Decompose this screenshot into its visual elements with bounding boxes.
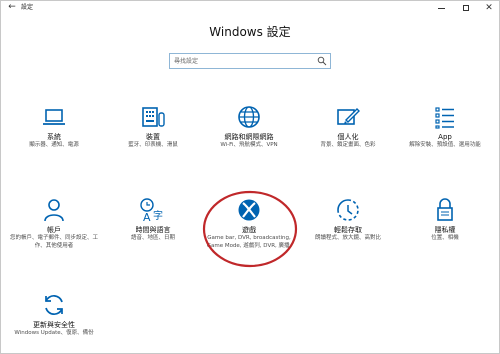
tile-network[interactable]: 網路和網際網路 Wi-Fi、飛航模式、VPN [201,104,297,150]
keyboard-device-icon [142,107,165,127]
tile-ease-of-access-name: 輕鬆存取 [334,226,362,234]
tile-devices-desc: 藍牙、印表機、滑鼠 [128,142,178,148]
tile-personalization-desc: 背景、鎖定畫面、色彩 [320,142,376,148]
tile-system-desc: 顯示器、通知、電源 [29,142,79,148]
search-input[interactable] [174,55,314,67]
tile-devices[interactable]: 裝置 藍牙、印表機、滑鼠 [105,104,201,150]
tile-devices-name: 裝置 [146,133,160,141]
search-box[interactable] [169,53,331,69]
svg-text:字: 字 [153,209,163,222]
close-button[interactable]: ✕ [477,1,500,15]
tile-time-language-name: 時間與語言 [135,226,171,234]
tile-ease-of-access[interactable]: 輕鬆存取 朗讀程式、放大鏡、高對比 [300,197,396,243]
minimize-button[interactable] [429,1,453,15]
back-button[interactable]: ← [7,2,17,13]
laptop-icon [43,109,65,125]
tile-apps[interactable]: App 解除安裝、預設值、選用功能 [397,104,493,150]
page-title: Windows 設定 [209,25,291,39]
tile-privacy[interactable]: 隱私權 位置、相機 [397,197,493,243]
app-list-icon [435,107,454,129]
tile-network-name: 網路和網際網路 [224,133,274,141]
settings-window: ← 設定 ✕ Windows 設定 系統 顯示器、通知、電源 [0,0,500,354]
paint-pen-icon [337,108,360,125]
update-sync-icon [45,294,63,316]
tile-update-security-desc: Windows Update、復原、備份 [14,330,94,336]
close-icon: ✕ [485,2,493,13]
tile-accounts-name: 帳戶 [47,226,61,234]
minimize-icon [437,7,445,9]
tile-privacy-desc: 位置、相機 [431,235,459,241]
tile-update-security[interactable]: 更新與安全性 Windows Update、復原、備份 [6,292,102,338]
maximize-icon [463,5,469,11]
tile-apps-name: App [438,133,452,141]
tile-time-language-desc: 語音、地區、日期 [130,235,175,241]
svg-text:A: A [143,211,151,223]
tile-personalization[interactable]: 個人化 背景、鎖定畫面、色彩 [300,104,396,150]
tile-accounts[interactable]: 帳戶 您的帳戶、電子郵件、同步設定、工作、其他使用者 [6,197,102,250]
tile-update-security-name: 更新與安全性 [33,321,75,329]
tile-time-language[interactable]: A 字 時間與語言 語音、地區、日期 [105,197,201,243]
tile-privacy-name: 隱私權 [434,226,456,234]
globe-icon [238,106,260,128]
maximize-button[interactable] [454,1,478,15]
tile-system[interactable]: 系統 顯示器、通知、電源 [6,104,102,150]
lock-icon [437,198,453,221]
tile-network-desc: Wi-Fi、飛航模式、VPN [220,142,278,148]
tile-personalization-name: 個人化 [337,133,359,141]
person-icon [44,199,64,222]
app-title: 設定 [21,4,34,11]
tile-system-name: 系統 [47,133,61,141]
ease-of-access-icon [337,199,359,221]
tile-apps-desc: 解除安裝、預設值、選用功能 [409,142,481,148]
tile-accounts-desc: 您的帳戶、電子郵件、同步設定、工作、其他使用者 [10,235,99,249]
annotation-circle [202,190,298,268]
tile-ease-of-access-desc: 朗讀程式、放大鏡、高對比 [314,235,381,241]
search-icon [317,56,327,66]
time-language-icon: A 字 [140,198,163,223]
title-bar: ← 設定 ✕ [1,1,499,15]
